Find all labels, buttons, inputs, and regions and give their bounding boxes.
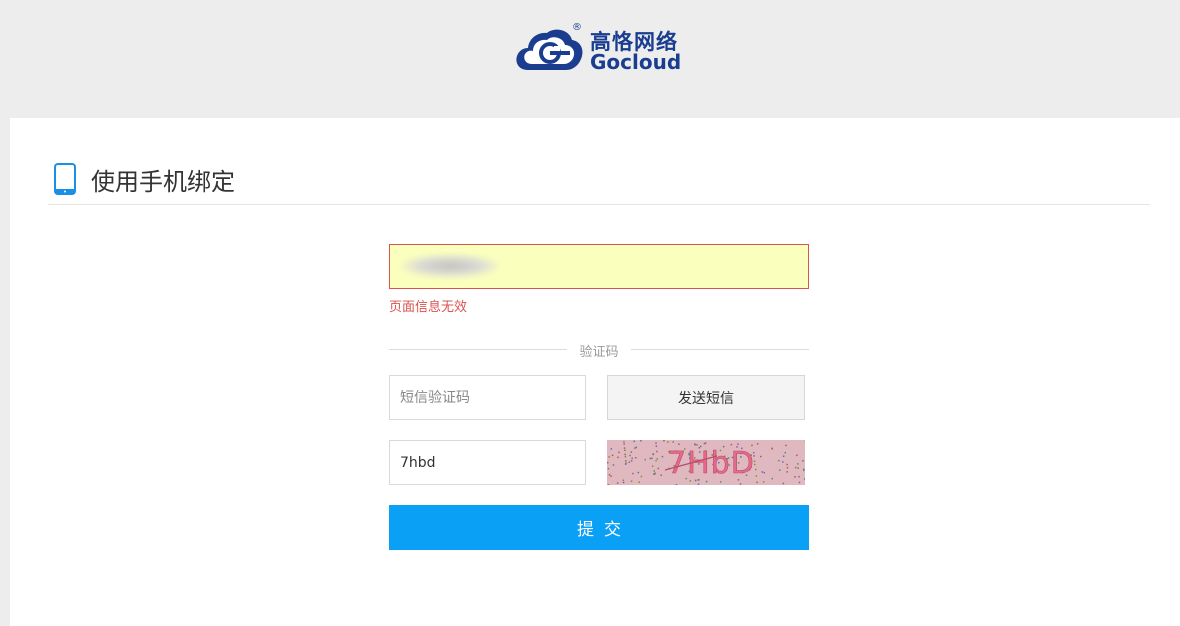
header: ® 高恪网络 Gocloud <box>0 0 1180 118</box>
logo: ® 高恪网络 Gocloud <box>514 22 686 76</box>
divider-line-right <box>631 349 809 350</box>
sms-code-input[interactable] <box>389 375 586 420</box>
logo-text-en: Gocloud <box>590 50 682 74</box>
registered-mark: ® <box>572 22 582 33</box>
send-sms-button[interactable]: 发送短信 <box>607 375 805 420</box>
page-title: 使用手机绑定 <box>91 168 235 196</box>
captcha-text: 7HbD <box>667 446 755 481</box>
captcha-image[interactable]: 7HbD <box>607 440 805 485</box>
captcha-input[interactable] <box>389 440 586 485</box>
divider-label: 验证码 <box>579 345 619 360</box>
mobile-phone-icon <box>54 163 76 195</box>
error-message: 页面信息无效 <box>389 300 468 315</box>
bind-phone-panel: 使用手机绑定 页面信息无效 验证码 发送短信 7HbD 提交 <box>10 118 1180 626</box>
section-header: 使用手机绑定 <box>48 158 1150 205</box>
redacted-value <box>400 254 500 278</box>
submit-button[interactable]: 提交 <box>389 505 809 550</box>
divider-line-left <box>389 349 567 350</box>
